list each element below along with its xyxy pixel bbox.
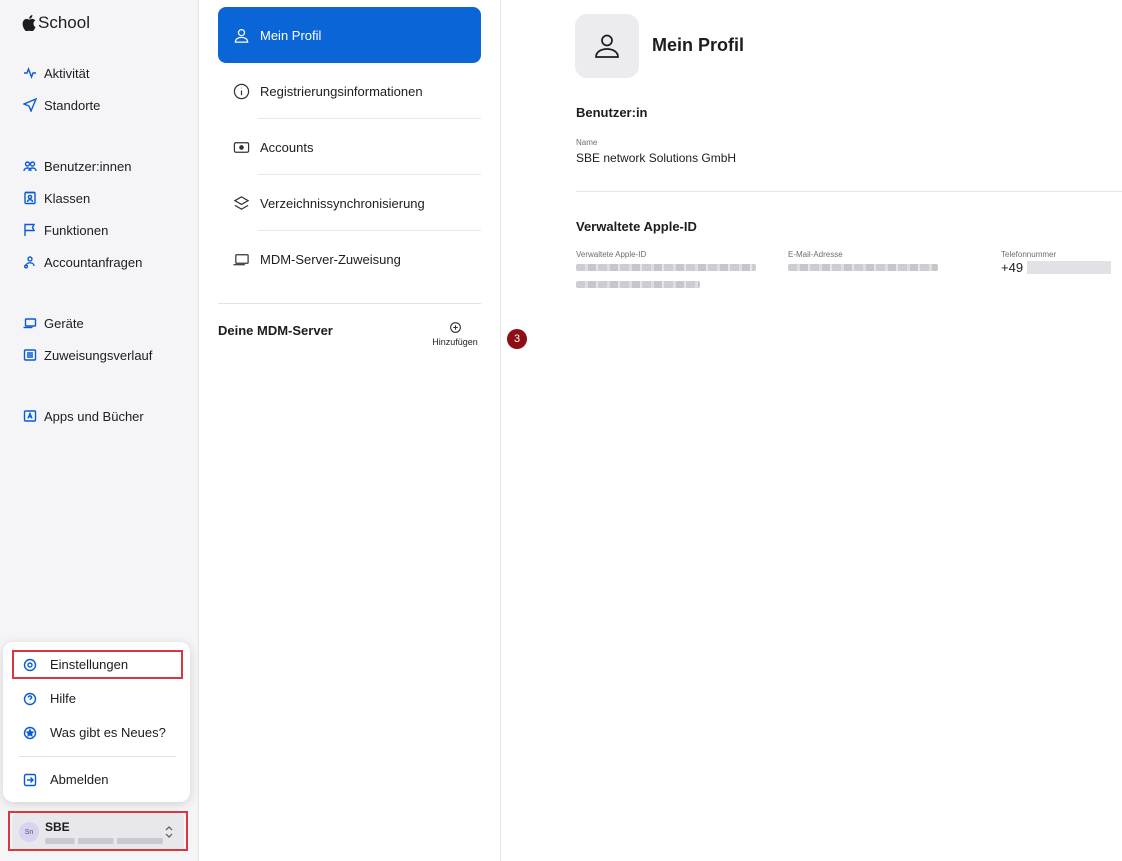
highlight-box-account: [8, 811, 188, 851]
help-icon: [23, 692, 37, 706]
section-divider: [576, 191, 1122, 192]
sidebar-item-label: Apps und Bücher: [44, 408, 144, 424]
settings-item-verzeichnissynchronisierung[interactable]: Verzeichnissynchronisierung: [218, 175, 481, 231]
sidebar-item-klassen[interactable]: Klassen: [22, 182, 142, 214]
laptop-icon: [22, 315, 38, 331]
menu-divider: [19, 756, 176, 757]
settings-item-label: Accounts: [260, 139, 314, 155]
sidebar-item-label: Zuweisungsverlauf: [44, 347, 153, 363]
nav-group-devices: Geräte Zuweisungsverlauf: [22, 307, 152, 371]
apple-logo-icon: [22, 15, 36, 31]
email-label: E-Mail-Adresse: [788, 250, 843, 259]
settings-item-registrierungsinformationen[interactable]: Registrierungsinformationen: [218, 63, 481, 119]
apple-id-value-redacted-line2: [576, 281, 700, 288]
nav-group-overview: Aktivität Standorte: [22, 57, 100, 121]
section-divider: [218, 303, 481, 304]
sidebar-item-standorte[interactable]: Standorte: [22, 89, 100, 121]
add-button-label: Hinzufügen: [432, 337, 478, 347]
flag-icon: [22, 222, 38, 238]
menu-item-label: Hilfe: [50, 691, 77, 706]
phone-label: Telefonnummer: [1001, 250, 1057, 259]
app-store-icon: [22, 408, 38, 424]
phone-prefix: +49: [1001, 260, 1024, 275]
person-icon: [232, 26, 250, 44]
sidebar-item-accountanfragen[interactable]: Accountanfragen: [22, 246, 142, 278]
sidebar-item-zuweisungsverlauf[interactable]: Zuweisungsverlauf: [22, 339, 152, 371]
mdm-section-title: Deine MDM-Server: [218, 323, 333, 338]
sidebar-item-label: Geräte: [44, 315, 84, 331]
menu-item-label: Abmelden: [50, 772, 109, 787]
settings-item-label: Verzeichnissynchronisierung: [260, 195, 425, 211]
menu-item-hilfe[interactable]: Hilfe: [23, 691, 76, 706]
settings-item-accounts[interactable]: Accounts: [218, 119, 481, 175]
menu-item-label: Was gibt es Neues?: [50, 725, 166, 740]
history-list-icon: [22, 347, 38, 363]
page-title: Mein Profil: [652, 35, 745, 55]
section-title-benutzer: Benutzer:in: [576, 105, 648, 120]
settings-item-label: Registrierungsinformationen: [260, 83, 423, 99]
sign-out-icon: [23, 773, 37, 787]
settings-navigation: Mein Profil Registrierungsinformationen …: [200, 0, 501, 861]
star-icon: [23, 726, 37, 740]
location-arrow-icon: [22, 97, 38, 113]
settings-item-label: Mein Profil: [260, 27, 322, 43]
users-icon: [22, 158, 38, 174]
menu-item-neuigkeiten[interactable]: Was gibt es Neues?: [23, 725, 166, 740]
profile-avatar: [575, 14, 639, 78]
settings-item-mdm-server-zuweisung[interactable]: MDM-Server-Zuweisung: [218, 231, 481, 287]
person-icon: [595, 34, 619, 58]
name-label: Name: [576, 138, 598, 147]
account-requests-icon: [22, 254, 38, 270]
section-title-apple-id: Verwaltete Apple-ID: [576, 219, 697, 234]
nav-group-content: Apps und Bücher: [22, 400, 144, 432]
phone-value-redacted: [1027, 261, 1111, 274]
layers-icon: [232, 194, 250, 212]
sidebar: School Aktivität Standorte Benutzer:inne…: [0, 0, 199, 861]
add-mdm-server-button[interactable]: Hinzufügen: [418, 322, 492, 356]
sidebar-item-funktionen[interactable]: Funktionen: [22, 214, 142, 246]
brand-label: School: [38, 13, 90, 32]
sidebar-item-label: Klassen: [44, 190, 91, 206]
sidebar-item-label: Aktivität: [44, 65, 90, 81]
apple-id-value-redacted: [576, 264, 756, 271]
activity-icon: [22, 65, 38, 81]
nav-group-people: Benutzer:innen Klassen Funktionen Accoun…: [22, 150, 142, 278]
apple-id-label: Verwaltete Apple-ID: [576, 250, 647, 259]
email-value-redacted: [788, 264, 938, 271]
apple-card-icon: [232, 138, 250, 156]
plus-circle-icon: [449, 322, 461, 333]
name-value: SBE network Solutions GmbH: [576, 151, 737, 165]
sidebar-item-label: Accountanfragen: [44, 254, 143, 270]
settings-item-mein-profil[interactable]: Mein Profil: [218, 7, 481, 63]
app-logo[interactable]: School: [22, 13, 90, 33]
settings-item-label: MDM-Server-Zuweisung: [260, 251, 401, 267]
menu-item-abmelden[interactable]: Abmelden: [23, 772, 109, 787]
sidebar-item-benutzer[interactable]: Benutzer:innen: [22, 150, 142, 182]
step-badge-3: 3: [507, 329, 527, 349]
sidebar-item-label: Benutzer:innen: [44, 158, 132, 174]
sidebar-item-aktivitaet[interactable]: Aktivität: [22, 57, 100, 89]
sidebar-item-label: Standorte: [44, 97, 101, 113]
info-icon: [232, 82, 250, 100]
classes-icon: [22, 190, 38, 206]
sidebar-item-geraete[interactable]: Geräte: [22, 307, 152, 339]
sidebar-item-apps-buecher[interactable]: Apps und Bücher: [22, 400, 144, 432]
laptop-icon: [232, 250, 250, 268]
sidebar-item-label: Funktionen: [44, 222, 109, 238]
highlight-box-einstellungen: [12, 650, 183, 679]
